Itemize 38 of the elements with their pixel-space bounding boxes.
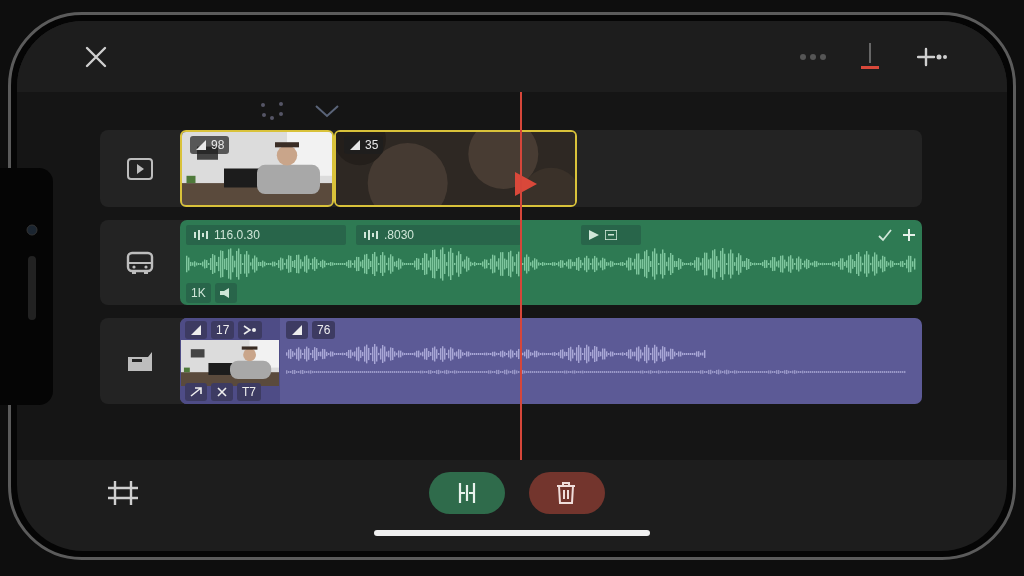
- delete-button[interactable]: [529, 472, 605, 514]
- clip-badge: 1K: [186, 283, 211, 303]
- clip-badge: 17: [211, 321, 235, 339]
- trim-icon[interactable]: [107, 480, 139, 506]
- check-icon[interactable]: [878, 228, 892, 242]
- overlay-clip[interactable]: 17 T7 76: [180, 318, 922, 404]
- wedge-icon: [291, 324, 303, 336]
- wedge-icon: [349, 139, 361, 151]
- play-icon: [589, 230, 599, 240]
- split-button[interactable]: [429, 472, 505, 514]
- arrow-icon: [190, 386, 202, 398]
- plus-icon[interactable]: [902, 228, 916, 242]
- label-text: 116.0.30: [214, 227, 260, 244]
- wedge-icon: [190, 324, 202, 336]
- clip-badge: T7: [237, 383, 261, 401]
- list-icon: [605, 230, 617, 240]
- chevron-down-icon[interactable]: [314, 104, 340, 118]
- grid-dots-icon[interactable]: [260, 101, 284, 121]
- waveform-icon: [194, 230, 208, 240]
- speaker-icon: [27, 256, 36, 320]
- play-box-icon[interactable]: [126, 156, 154, 181]
- badge-text: 35: [365, 137, 379, 153]
- close-icon[interactable]: [85, 45, 107, 68]
- audio-clip[interactable]: 116.0.30 .8030 1K: [180, 220, 922, 305]
- tray-icon[interactable]: [126, 250, 154, 275]
- clip-badge: 76: [312, 321, 336, 339]
- video-clip[interactable]: 35: [334, 130, 577, 207]
- marker-icon[interactable]: [861, 42, 879, 71]
- camera-icon: [25, 224, 38, 236]
- chevron-right-icon: [243, 325, 258, 335]
- label-text: .8030: [384, 227, 415, 244]
- cross-icon: [216, 386, 228, 398]
- waveform-icon: [364, 230, 378, 240]
- badge-text: 98: [211, 137, 225, 153]
- sound-icon: [219, 288, 232, 298]
- wedge-icon: [195, 139, 207, 151]
- video-clip[interactable]: 98: [180, 130, 334, 207]
- add-icon[interactable]: [917, 46, 947, 67]
